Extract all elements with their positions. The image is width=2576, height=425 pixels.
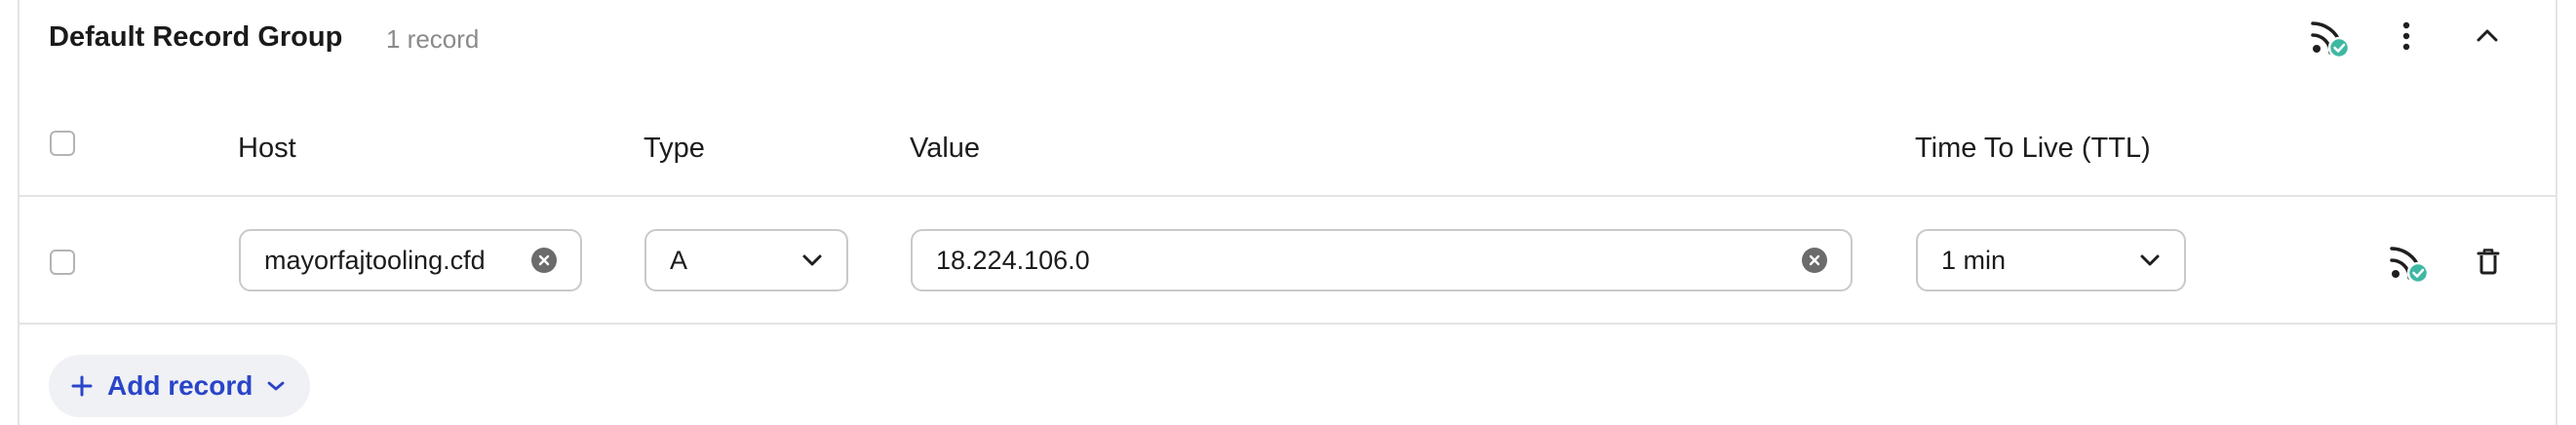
add-record-label: Add record <box>107 370 254 401</box>
row-divider <box>18 323 2557 325</box>
feed-verified-icon <box>2390 247 2430 284</box>
clear-host-button[interactable] <box>531 248 557 273</box>
select-all-checkbox[interactable] <box>50 131 75 156</box>
column-header-value: Value <box>910 133 981 164</box>
row-feed-button[interactable] <box>2381 234 2436 289</box>
type-value: A <box>670 245 688 275</box>
group-feed-button[interactable] <box>2303 10 2356 62</box>
add-record-button[interactable]: Add record <box>49 355 310 417</box>
close-icon <box>1809 254 1820 266</box>
collapse-group-button[interactable] <box>2463 12 2512 60</box>
value-input[interactable]: 18.224.106.0 <box>911 229 1853 291</box>
ttl-value: 1 min <box>1941 245 2007 275</box>
type-select[interactable]: A <box>644 229 848 291</box>
chevron-down-icon <box>267 381 285 391</box>
more-vertical-icon <box>2402 21 2410 51</box>
group-title: Default Record Group <box>49 21 343 53</box>
host-value: mayorfajtooling.cfd <box>264 245 486 275</box>
more-options-button[interactable] <box>2385 10 2428 62</box>
row-select-checkbox[interactable] <box>50 250 75 275</box>
close-icon <box>538 254 550 266</box>
chevron-down-icon <box>2140 254 2160 266</box>
host-input[interactable]: mayorfajtooling.cfd <box>239 229 582 291</box>
clear-value-button[interactable] <box>1802 248 1827 273</box>
column-header-type: Type <box>644 133 705 164</box>
column-header-ttl: Time To Live (TTL) <box>1915 133 2151 164</box>
trash-icon <box>2477 249 2500 275</box>
chevron-up-icon <box>2477 29 2498 42</box>
plus-icon <box>71 375 93 397</box>
feed-verified-icon <box>2311 21 2351 58</box>
record-group-card <box>18 0 2557 425</box>
value-text: 18.224.106.0 <box>936 245 1090 275</box>
record-count: 1 record <box>386 24 480 54</box>
delete-record-button[interactable] <box>2465 238 2512 285</box>
chevron-down-icon <box>802 254 822 266</box>
column-header-host: Host <box>238 133 296 164</box>
header-divider <box>18 195 2557 197</box>
ttl-select[interactable]: 1 min <box>1916 229 2186 291</box>
